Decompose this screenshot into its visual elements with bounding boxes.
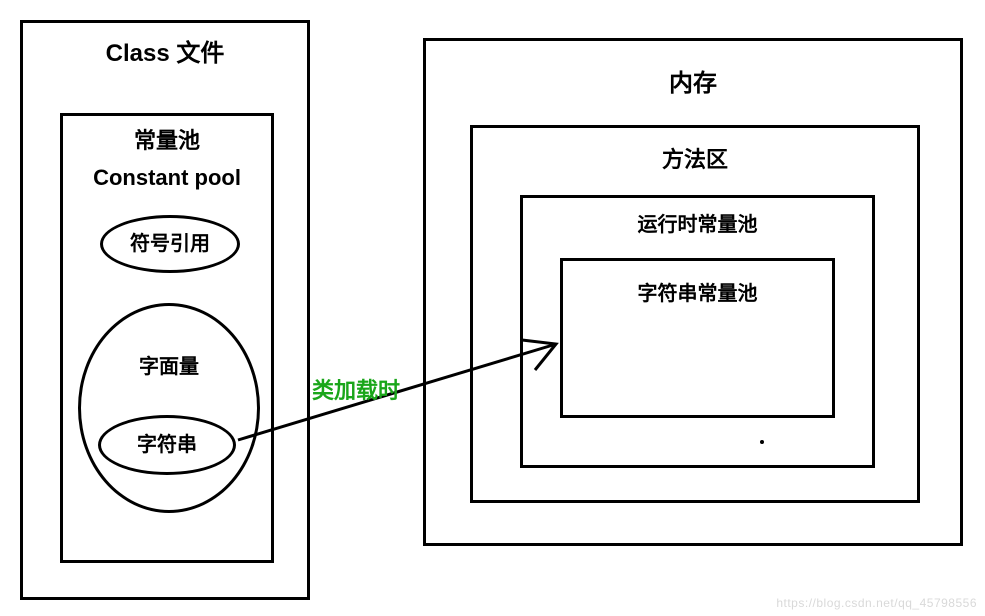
watermark-text: https://blog.csdn.net/qq_45798556: [776, 596, 977, 610]
dot-icon: [760, 440, 764, 444]
diagram-root: Class 文件 常量池 Constant pool 符号引用 字面量 字符串 …: [0, 0, 985, 616]
string-ellipse: 字符串: [98, 415, 236, 475]
arrow-label: 类加载时: [312, 378, 400, 404]
literal-label: 字面量: [78, 355, 260, 379]
constant-pool-title-cn: 常量池: [60, 128, 274, 154]
literal-ellipse: [78, 303, 260, 513]
memory-title: 内存: [423, 70, 963, 99]
symbol-ref-label: 符号引用: [130, 232, 210, 256]
method-area-title: 方法区: [470, 147, 920, 173]
string-label: 字符串: [137, 433, 197, 457]
symbol-ref-ellipse: 符号引用: [100, 215, 240, 273]
constant-pool-title-en: Constant pool: [60, 165, 274, 191]
class-file-title: Class 文件: [20, 40, 310, 69]
runtime-const-pool-title: 运行时常量池: [520, 213, 875, 237]
string-const-pool-title: 字符串常量池: [560, 282, 835, 306]
